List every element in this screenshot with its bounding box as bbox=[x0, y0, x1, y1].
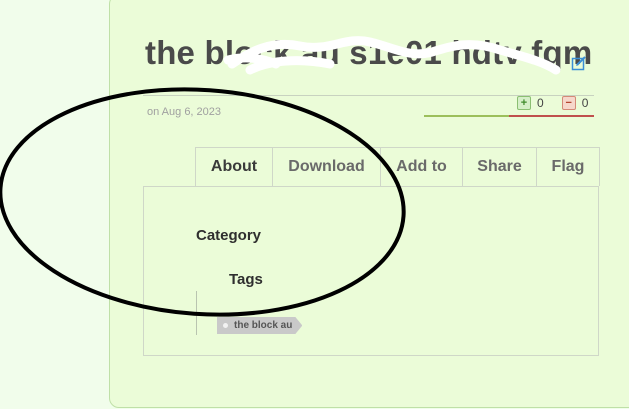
plus-icon: + bbox=[520, 96, 528, 109]
tab-share[interactable]: Share bbox=[463, 148, 537, 186]
page-title: the block au s1e01 hdtv fqm bbox=[145, 34, 593, 71]
vote-controls: + 0 − 0 bbox=[517, 95, 588, 111]
edit-icon[interactable] bbox=[571, 55, 587, 71]
tab-download[interactable]: Download bbox=[273, 148, 381, 186]
tab-about[interactable]: About bbox=[196, 148, 273, 186]
tab-add-to[interactable]: Add to bbox=[381, 148, 463, 186]
downvote-count: 0 bbox=[581, 96, 589, 110]
tab-flag[interactable]: Flag bbox=[537, 148, 599, 186]
tag-chip[interactable]: the block au bbox=[217, 317, 302, 334]
vote-bar-down bbox=[509, 115, 594, 117]
vote-bar-up bbox=[424, 115, 509, 117]
upvote-count: 0 bbox=[537, 96, 544, 110]
post-date: on Aug 6, 2023 bbox=[147, 106, 222, 118]
downvote-button[interactable]: − bbox=[561, 96, 576, 110]
tags-divider bbox=[196, 291, 197, 335]
upvote-button[interactable]: + bbox=[517, 96, 531, 110]
minus-icon: − bbox=[565, 96, 572, 109]
tag-label: the block au bbox=[234, 320, 293, 331]
tab-bar: About Download Add to Share Flag bbox=[195, 147, 600, 186]
about-panel bbox=[143, 186, 599, 356]
left-sidebar-strip bbox=[0, 0, 109, 409]
category-label: Category bbox=[196, 227, 262, 244]
tag-dot-icon bbox=[223, 323, 228, 328]
tags-label: Tags bbox=[229, 271, 263, 288]
